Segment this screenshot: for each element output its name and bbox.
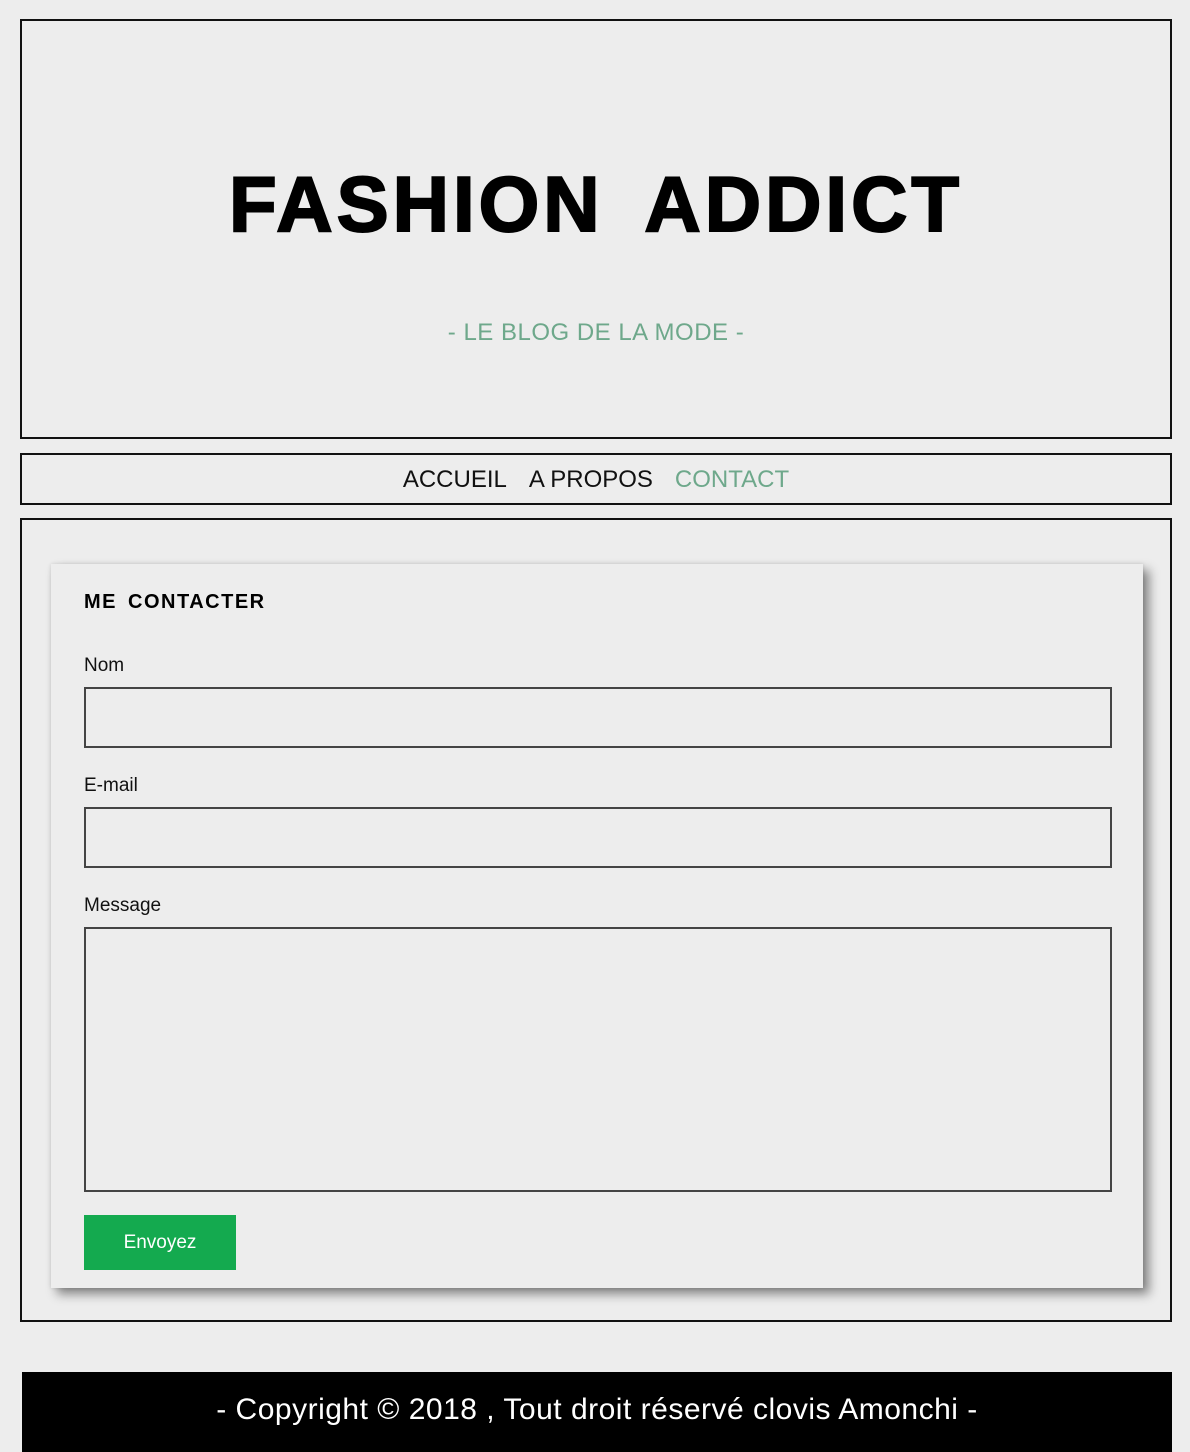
nav-list: ACCUEIL A PROPOS CONTACT [403, 466, 789, 494]
email-label: E-mail [84, 775, 138, 796]
page: FASHION ADDICT - LE BLOG DE LA MODE - AC… [0, 0, 1190, 1452]
message-label: Message [84, 895, 162, 916]
contact-form-card: ME CONTACTER Nom E-mail Message Envoyez [51, 564, 1143, 1288]
site-subtitle: - LE BLOG DE LA MODE - [447, 319, 745, 346]
main-nav: ACCUEIL A PROPOS CONTACT [20, 453, 1172, 505]
message-textarea[interactable] [84, 927, 1112, 1192]
nav-item-accueil[interactable]: ACCUEIL [403, 466, 507, 494]
email-input[interactable] [84, 807, 1112, 868]
name-label: Nom [84, 655, 125, 676]
site-footer: - Copyright © 2018 , Tout droit réservé … [22, 1372, 1172, 1452]
contact-form-title: ME CONTACTER [84, 591, 266, 613]
name-input[interactable] [84, 687, 1112, 748]
nav-item-a-propos[interactable]: A PROPOS [529, 466, 653, 494]
send-button[interactable]: Envoyez [84, 1215, 236, 1270]
main-content: ME CONTACTER Nom E-mail Message Envoyez [20, 518, 1172, 1322]
nav-item-contact[interactable]: CONTACT [675, 466, 789, 494]
site-title[interactable]: FASHION ADDICT [22, 159, 1170, 249]
site-header: FASHION ADDICT - LE BLOG DE LA MODE - [20, 19, 1172, 439]
